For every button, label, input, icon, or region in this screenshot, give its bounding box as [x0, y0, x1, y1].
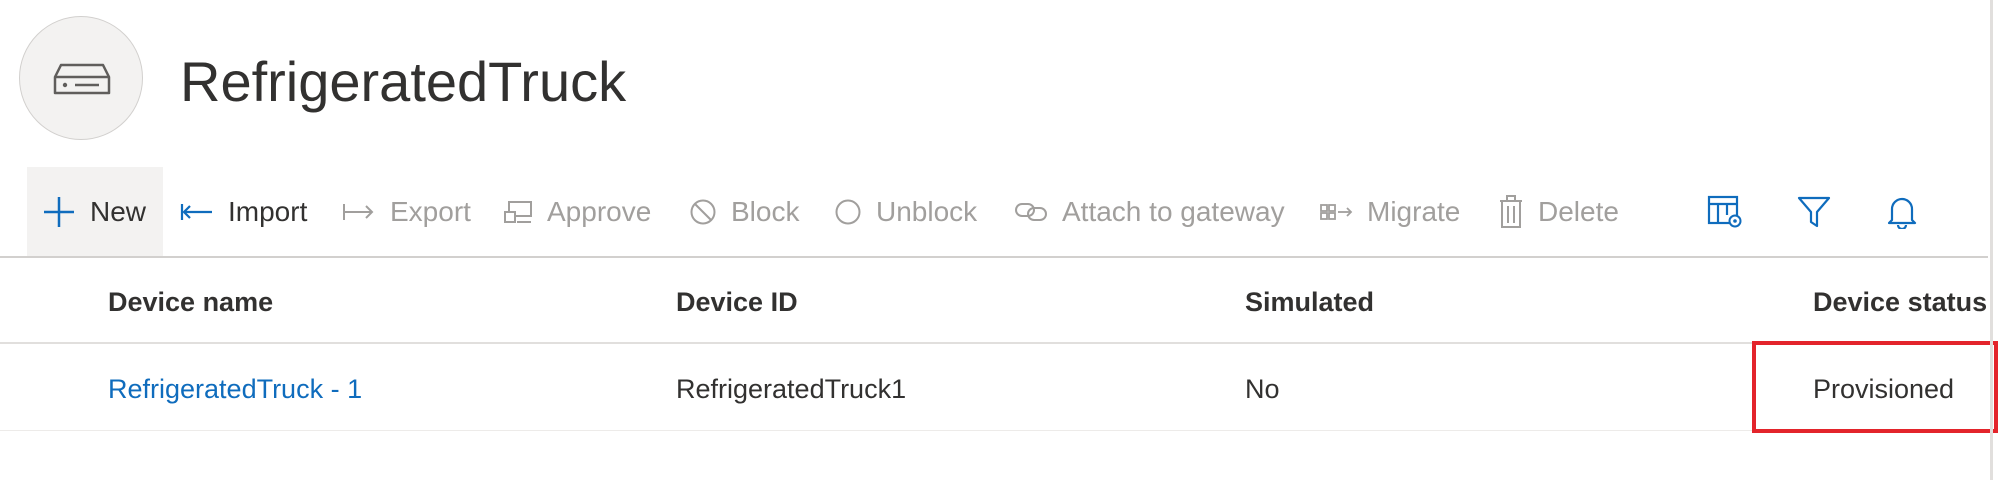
edit-columns-icon [1707, 195, 1742, 228]
link-icon [1014, 201, 1048, 223]
migrate-button-label: Migrate [1367, 196, 1461, 227]
attach-to-gateway-button[interactable]: Attach to gateway [1014, 167, 1285, 257]
toolbar-divider [0, 256, 1988, 258]
block-icon [689, 198, 717, 226]
column-header-device-status[interactable]: Device status [1813, 282, 1987, 322]
new-button-label: New [90, 196, 147, 227]
page-title: RefrigeratedTruck [180, 50, 627, 113]
edit-columns-button[interactable] [1701, 167, 1749, 257]
trash-icon [1498, 195, 1524, 229]
filter-button[interactable] [1790, 167, 1838, 257]
import-button-label: Import [228, 196, 308, 227]
column-header-device-id[interactable]: Device ID [676, 282, 798, 322]
filter-icon [1797, 196, 1831, 228]
device-icon [53, 63, 111, 95]
migrate-icon [1319, 201, 1353, 223]
unblock-button-label: Unblock [876, 196, 978, 227]
delete-button[interactable]: Delete [1498, 167, 1619, 257]
approve-button-label: Approve [547, 196, 652, 227]
approve-button[interactable]: Approve [503, 167, 651, 257]
bell-icon [1887, 197, 1917, 229]
pane-edge [1990, 0, 1993, 480]
highlight-box [1752, 341, 1998, 433]
unblock-button[interactable]: Unblock [834, 167, 977, 257]
export-icon [342, 202, 376, 222]
column-header-device-name[interactable]: Device name [108, 282, 273, 322]
simulated-cell: No [1245, 374, 1280, 404]
new-button[interactable]: New [27, 167, 163, 257]
delete-button-label: Delete [1538, 196, 1619, 227]
device-name-link[interactable]: RefrigeratedTruck - 1 [108, 369, 362, 409]
device-id-cell: RefrigeratedTruck1 [676, 374, 907, 404]
plus-icon [42, 195, 76, 229]
row-divider [0, 430, 1988, 431]
column-header-simulated[interactable]: Simulated [1245, 282, 1374, 322]
header-divider [0, 342, 1988, 344]
device-avatar [19, 16, 143, 140]
approve-icon [503, 200, 533, 224]
import-button[interactable]: Import [180, 167, 307, 257]
block-button-label: Block [731, 196, 800, 227]
export-button[interactable]: Export [342, 167, 471, 257]
import-icon [180, 202, 214, 222]
export-button-label: Export [390, 196, 471, 227]
migrate-button[interactable]: Migrate [1319, 167, 1460, 257]
block-button[interactable]: Block [689, 167, 799, 257]
attach-to-gateway-button-label: Attach to gateway [1062, 196, 1285, 227]
notifications-button[interactable] [1878, 167, 1926, 257]
unblock-icon [834, 198, 862, 226]
command-bar: New Import Export Approve Block Unblock [0, 167, 1988, 257]
